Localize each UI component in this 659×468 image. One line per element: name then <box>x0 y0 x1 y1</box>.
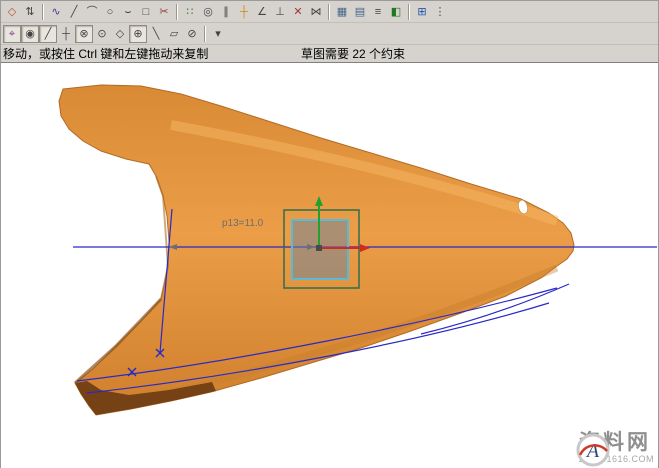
point-on-face-icon[interactable]: ▱ <box>165 25 183 43</box>
viewport-3d[interactable]: p13=11.0 A 资料网 ZL.XS1616.COM <box>1 63 658 468</box>
mid-point-icon[interactable]: ╱ <box>39 25 57 43</box>
toolbar-snap-points: ⌖◉╱┼⊗⊙◇⊕╲▱⊘ ▾ <box>1 23 658 45</box>
show-constraints-icon[interactable]: ◧ <box>387 3 405 21</box>
datum-plane-icon[interactable]: ◇ <box>3 3 21 21</box>
delete-constraint-icon[interactable]: ✕ <box>289 3 307 21</box>
watermark-logo: A <box>574 431 612 468</box>
pattern-curve-icon[interactable]: ∷ <box>181 3 199 21</box>
angle-dimension-icon[interactable]: ∠ <box>253 3 271 21</box>
arc-icon[interactable]: ⌒ <box>83 3 101 21</box>
quick-trim-icon[interactable]: ✂ <box>155 3 173 21</box>
snap-point-toggle-icon[interactable]: ⌖ <box>3 25 21 43</box>
toolbar-separator <box>176 4 178 20</box>
status-bar: 移动，或按住 Ctrl 键和左键拖动来复制 草图需要 22 个约束 <box>1 45 658 63</box>
toolbar-separator <box>328 4 330 20</box>
point-on-curve-icon[interactable]: ╲ <box>147 25 165 43</box>
grid-icon[interactable]: ▦ <box>333 3 351 21</box>
toolbar-separator <box>42 4 44 20</box>
sheet-icon[interactable]: ▤ <box>351 3 369 21</box>
more-options-icon[interactable]: ⋮ <box>431 3 449 21</box>
line-icon[interactable]: ╱ <box>65 3 83 21</box>
control-point-icon[interactable]: ┼ <box>57 25 75 43</box>
layer-settings-icon[interactable]: ≡ <box>369 3 387 21</box>
dimension-label[interactable]: p13=11.0 <box>222 218 263 229</box>
status-constraints-text: 草图需要 22 个约束 <box>301 45 405 62</box>
quadrant-point-icon[interactable]: ◇ <box>111 25 129 43</box>
circle-icon[interactable]: ○ <box>101 3 119 21</box>
snap-options-dropdown-icon[interactable]: ▾ <box>209 25 227 43</box>
orient-view-icon[interactable]: ⇅ <box>21 3 39 21</box>
toolbar-separator <box>408 4 410 20</box>
perpendicular-constraint-icon[interactable]: ⊥ <box>271 3 289 21</box>
offset-curve-icon[interactable]: ◎ <box>199 3 217 21</box>
toolbar-separator <box>204 26 206 42</box>
cad-window: ◇⇅∿╱⌒○⌣□✂∷◎∥┼∠⊥✕⋈▦▤≡◧⊞⋮ ⌖◉╱┼⊗⊙◇⊕╲▱⊘▾ 移动，… <box>0 0 659 468</box>
sketch-origin-point[interactable] <box>316 245 322 251</box>
arc-center-icon[interactable]: ⊙ <box>93 25 111 43</box>
status-prompt-text: 移动，或按住 Ctrl 键和左键拖动来复制 <box>3 45 208 62</box>
auto-dimension-icon[interactable]: ⊞ <box>413 3 431 21</box>
end-point-icon[interactable]: ◉ <box>21 25 39 43</box>
tangent-point-icon[interactable]: ⊘ <box>183 25 201 43</box>
intersection-point-icon[interactable]: ⊗ <box>75 25 93 43</box>
derived-line-icon[interactable]: ∥ <box>217 3 235 21</box>
existing-point-icon[interactable]: ⊕ <box>129 25 147 43</box>
viewport-canvas <box>1 63 658 468</box>
watermark: A 资料网 ZL.XS1616.COM <box>574 431 654 464</box>
toolbar-sketch-tools: ◇⇅ ∿╱⌒○⌣□✂ ∷◎∥┼∠⊥✕⋈ ▦▤≡◧ ⊞⋮ <box>1 1 658 23</box>
point-icon[interactable]: ┼ <box>235 3 253 21</box>
fillet-icon[interactable]: ⌣ <box>119 3 137 21</box>
profile-icon[interactable]: ∿ <box>47 3 65 21</box>
watermark-logo-letter: A <box>585 440 600 462</box>
rectangle-icon[interactable]: □ <box>137 3 155 21</box>
mirror-curve-icon[interactable]: ⋈ <box>307 3 325 21</box>
